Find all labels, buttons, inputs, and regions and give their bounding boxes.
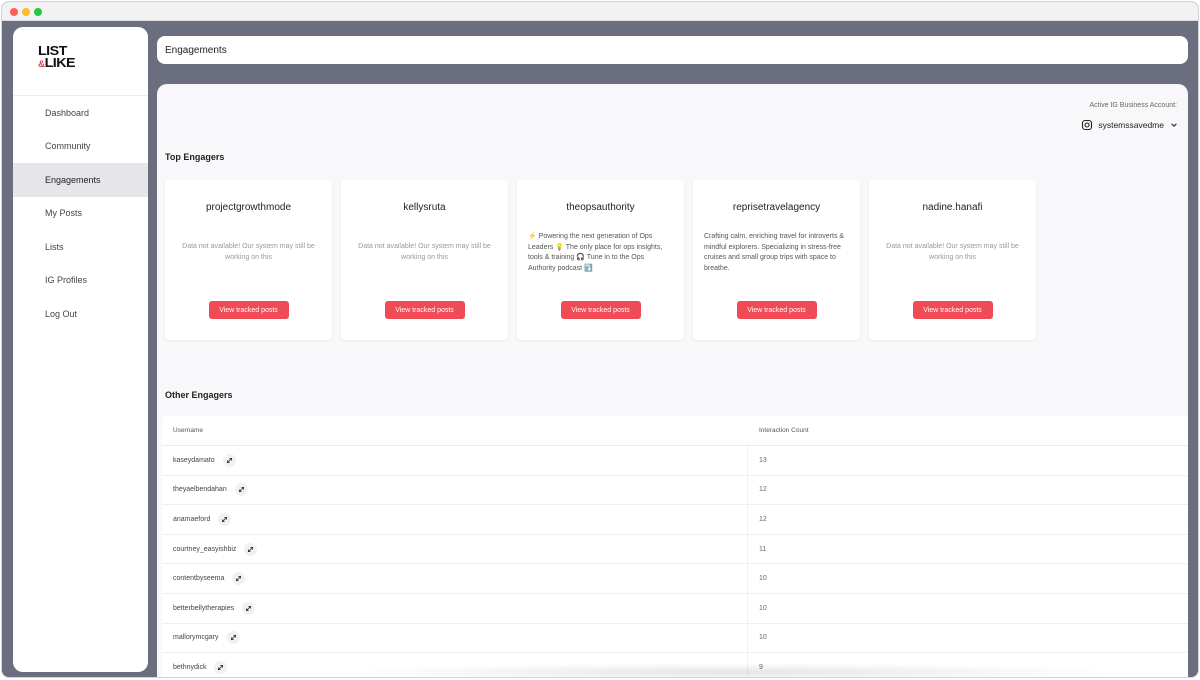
other-engagers-table: Username Interaction Count kaseydamato 1…: [162, 416, 1188, 677]
table-row: anamaeford 12: [162, 505, 1188, 535]
row-interaction-count: 10: [759, 604, 767, 612]
sidebar-item-lists[interactable]: Lists: [13, 230, 148, 264]
row-username: kaseydamato: [173, 456, 215, 464]
row-interaction-count: 13: [759, 456, 767, 464]
sidebar-item-log-out[interactable]: Log Out: [13, 297, 148, 331]
engager-username: reprisetravelagency: [732, 202, 821, 213]
table-row: courtney_easyishbiz 11: [162, 534, 1188, 565]
other-engagers-title: Other Engagers: [165, 390, 233, 400]
top-engagers-cards: projectgrowthmode Data not available! Ou…: [165, 180, 1036, 340]
active-account-label: Active IG Business Account:: [1089, 102, 1177, 109]
row-username: bethnydick: [173, 663, 207, 671]
app-window: LIST &LIKE Dashboard Community Engagemen…: [1, 1, 1199, 678]
row-username: anamaeford: [173, 515, 211, 523]
main-content: Active IG Business Account: systemssaved…: [157, 84, 1188, 677]
instagram-icon: [1082, 119, 1093, 131]
sidebar-item-my-posts[interactable]: My Posts: [13, 197, 148, 231]
table-row: kaseydamato 13: [162, 446, 1188, 476]
engager-username: projectgrowthmode: [205, 202, 292, 213]
engager-bio: Data not available! Our system may still…: [886, 243, 1019, 261]
table-row: contentbyseema 10: [162, 564, 1188, 594]
expand-icon[interactable]: [222, 453, 236, 467]
row-username: theyaelbendahan: [173, 486, 227, 494]
engager-bio: Data not available! Our system may still…: [182, 243, 315, 261]
engager-bio: Data not available! Our system may still…: [358, 243, 491, 261]
page-header: Engagements: [157, 36, 1188, 64]
row-interaction-count: 11: [759, 545, 767, 553]
sidebar-item-community[interactable]: Community: [13, 130, 148, 164]
expand-icon[interactable]: [242, 601, 256, 615]
column-header-username: Username: [173, 427, 203, 434]
top-engagers-title: Top Engagers: [165, 152, 225, 162]
row-interaction-count: 10: [759, 634, 767, 642]
engager-card: nadine.hanafi Data not available! Our sy…: [869, 180, 1036, 340]
row-username: courtney_easyishbiz: [173, 545, 237, 553]
expand-icon[interactable]: [234, 483, 248, 497]
close-window-button[interactable]: [10, 8, 18, 16]
sidebar-item-ig-profiles[interactable]: IG Profiles: [13, 264, 148, 298]
minimize-window-button[interactable]: [22, 8, 30, 16]
expand-icon[interactable]: [218, 512, 232, 526]
sidebar-nav: Dashboard Community Engagements My Posts…: [13, 96, 148, 331]
account-name: systemssavedme: [1098, 120, 1164, 130]
maximize-window-button[interactable]: [34, 8, 42, 16]
logo-line2: LIKE: [44, 55, 76, 70]
table-row: theyaelbendahan 12: [162, 475, 1188, 506]
window-titlebar: [2, 2, 1198, 21]
page-title: Engagements: [165, 44, 227, 56]
engager-bio: ⚡️ Powering the next generation of Ops L…: [528, 233, 663, 272]
engager-bio: Crafting calm, enriching travel for intr…: [704, 233, 845, 272]
row-username: betterbellytherapies: [173, 604, 235, 612]
sidebar: LIST &LIKE Dashboard Community Engagemen…: [13, 27, 148, 672]
table-header: Username Interaction Count: [162, 416, 1188, 446]
brand-logo[interactable]: LIST &LIKE: [38, 44, 98, 89]
engager-username: theopsauthority: [566, 202, 635, 213]
row-interaction-count: 10: [759, 575, 767, 583]
row-interaction-count: 12: [759, 515, 767, 523]
expand-icon[interactable]: [226, 631, 240, 645]
view-tracked-posts-button[interactable]: View tracked posts: [736, 301, 817, 319]
row-interaction-count: 12: [759, 486, 767, 494]
expand-icon[interactable]: [232, 572, 246, 586]
expand-icon[interactable]: [244, 542, 258, 556]
sidebar-item-dashboard[interactable]: Dashboard: [13, 96, 148, 130]
engager-card: projectgrowthmode Data not available! Ou…: [165, 180, 332, 340]
view-tracked-posts-button[interactable]: View tracked posts: [208, 301, 289, 319]
engager-card: kellysruta Data not available! Our syste…: [341, 180, 508, 340]
view-tracked-posts-button[interactable]: View tracked posts: [384, 301, 465, 319]
row-interaction-count: 9: [759, 663, 763, 671]
expand-icon[interactable]: [214, 660, 228, 674]
view-tracked-posts-button[interactable]: View tracked posts: [560, 301, 641, 319]
engager-username: nadine.hanafi: [922, 202, 983, 213]
sidebar-item-engagements[interactable]: Engagements: [13, 163, 148, 197]
account-selector[interactable]: systemssavedme: [1081, 119, 1178, 131]
table-row: betterbellytherapies 10: [162, 593, 1188, 624]
engager-username: kellysruta: [403, 202, 446, 213]
table-row: mallorymcgary 10: [162, 623, 1188, 654]
table-row: bethnydick 9: [162, 653, 1188, 677]
view-tracked-posts-button[interactable]: View tracked posts: [912, 301, 993, 319]
row-username: mallorymcgary: [173, 634, 219, 642]
engager-card: theopsauthority ⚡️ Powering the next gen…: [517, 180, 684, 340]
column-header-interaction-count: Interaction Count: [759, 427, 809, 434]
chevron-down-icon: [1171, 123, 1177, 128]
engager-card: reprisetravelagency Crafting calm, enric…: [693, 180, 860, 340]
row-username: contentbyseema: [173, 575, 225, 583]
